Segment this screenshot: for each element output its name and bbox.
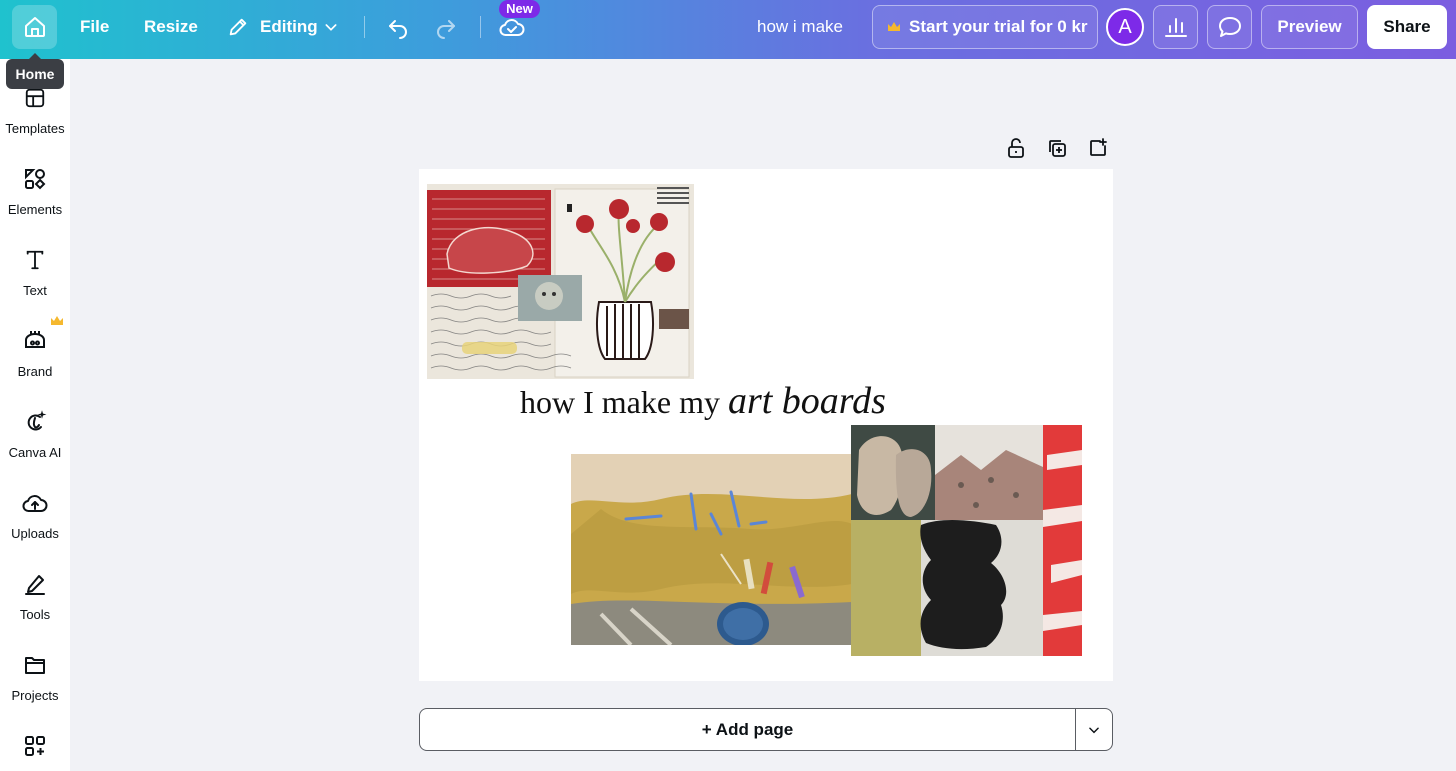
elements-icon xyxy=(23,162,47,196)
chevron-down-icon[interactable] xyxy=(322,18,340,36)
share-button[interactable]: Share xyxy=(1367,5,1447,49)
add-page-icon xyxy=(1090,138,1107,156)
home-tooltip: Home xyxy=(6,53,64,89)
add-page-options-button[interactable] xyxy=(1075,708,1113,751)
text-icon xyxy=(24,243,46,277)
sidebar-item-templates[interactable]: Templates xyxy=(0,81,70,151)
collage-image-pastels[interactable] xyxy=(571,454,852,645)
redo-icon[interactable] xyxy=(433,14,459,40)
file-menu[interactable]: File xyxy=(80,17,109,37)
sidebar-item-canva-ai[interactable]: Canva AI xyxy=(0,405,70,475)
sidebar-item-label: Elements xyxy=(7,202,63,217)
comments-button[interactable] xyxy=(1207,5,1252,49)
top-bar: File Resize Editing New how i make Start… xyxy=(0,0,1456,59)
home-icon xyxy=(24,17,45,37)
sidebar-item-brand[interactable]: Brand xyxy=(0,324,70,394)
sidebar-item-label: Projects xyxy=(11,688,59,703)
add-page-top-button[interactable] xyxy=(1087,137,1109,159)
tools-icon xyxy=(23,567,47,601)
left-sidebar: Templates Elements Text Brand Canva AI U… xyxy=(0,59,70,771)
crown-icon xyxy=(51,316,63,325)
chevron-down-icon xyxy=(1089,727,1099,733)
collage-image-flowers[interactable] xyxy=(427,184,694,379)
sidebar-item-tools[interactable]: Tools xyxy=(0,567,70,637)
comment-icon xyxy=(1218,17,1241,37)
board-heading[interactable]: how I make my art boards xyxy=(520,379,886,423)
insights-button[interactable] xyxy=(1153,5,1198,49)
brand-icon xyxy=(23,324,47,358)
sidebar-item-projects[interactable]: Projects xyxy=(0,648,70,718)
sidebar-item-uploads[interactable]: Uploads xyxy=(0,486,70,556)
toolbar-divider xyxy=(364,16,365,38)
collage-image-shapes[interactable] xyxy=(851,425,1082,656)
heading-italic-text: art boards xyxy=(727,380,886,422)
uploads-icon xyxy=(22,486,48,520)
home-button[interactable] xyxy=(12,5,57,49)
folder-icon xyxy=(23,648,47,682)
preview-button[interactable]: Preview xyxy=(1261,5,1358,49)
sidebar-item-apps[interactable] xyxy=(0,729,70,771)
duplicate-page-button[interactable] xyxy=(1046,137,1068,159)
duplicate-icon xyxy=(1049,140,1066,157)
unlock-icon xyxy=(1008,138,1024,158)
bar-chart-icon xyxy=(1164,18,1187,37)
toolbar-divider xyxy=(480,16,481,38)
avatar[interactable]: A xyxy=(1106,8,1144,46)
pencil-icon xyxy=(226,15,250,39)
crown-icon xyxy=(888,22,900,31)
sidebar-item-label: Uploads xyxy=(11,526,59,541)
lock-page-button[interactable] xyxy=(1005,137,1027,159)
document-title[interactable]: how i make xyxy=(757,17,843,37)
start-trial-button[interactable]: Start your trial for 0 kr xyxy=(872,5,1098,49)
design-page[interactable]: how I make my art boards xyxy=(419,169,1113,681)
sidebar-item-label: Brand xyxy=(17,364,53,379)
sidebar-item-label: Text xyxy=(23,283,47,298)
editing-mode-button[interactable]: Editing xyxy=(260,17,318,37)
sidebar-item-label: Canva AI xyxy=(8,445,62,460)
new-badge: New xyxy=(499,0,540,18)
sidebar-item-elements[interactable]: Elements xyxy=(0,162,70,232)
resize-menu[interactable]: Resize xyxy=(144,17,198,37)
heading-regular-text: how I make my xyxy=(520,384,728,420)
start-trial-label: Start your trial for 0 kr xyxy=(909,17,1088,36)
add-page-button[interactable]: + Add page xyxy=(419,708,1076,751)
sidebar-item-label: Tools xyxy=(19,607,51,622)
apps-icon xyxy=(23,729,47,763)
sidebar-item-text[interactable]: Text xyxy=(0,243,70,313)
canva-ai-icon xyxy=(23,405,47,439)
undo-icon[interactable] xyxy=(385,14,411,40)
sidebar-item-label: Templates xyxy=(5,121,65,136)
